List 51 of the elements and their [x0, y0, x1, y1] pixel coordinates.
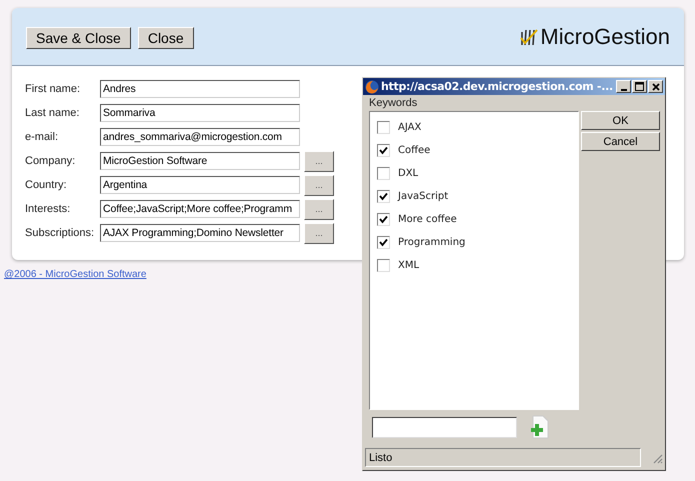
input-field[interactable]: Argentina [100, 176, 300, 194]
keyword-label[interactable]: Coffee [398, 145, 430, 156]
picker-button[interactable]: ... [304, 174, 334, 196]
minimize-icon [620, 88, 626, 90]
keyword-label[interactable]: JavaScript [398, 191, 448, 202]
minimize-button[interactable] [616, 80, 631, 93]
field-label: Subscriptions: [25, 227, 96, 239]
toolbar-button[interactable]: Close [138, 26, 194, 48]
picker-button[interactable]: ... [304, 198, 334, 220]
status-bar: Listo [365, 448, 641, 467]
logo-text: MicroGestion [540, 24, 670, 50]
input-field[interactable]: AJAX Programming;Domino Newsletter [100, 224, 300, 242]
field-label: First name: [25, 83, 82, 95]
keyword-label[interactable]: AJAX [398, 122, 422, 133]
picker-button[interactable]: ... [304, 222, 334, 244]
keyword-label[interactable]: Programming [398, 237, 466, 248]
input-field[interactable]: Coffee;JavaScript;More coffee;Programm [100, 200, 300, 218]
input-field[interactable]: Sommariva [100, 104, 300, 122]
toolbar-button[interactable]: Save & Close [26, 26, 131, 48]
checkbox[interactable] [377, 213, 390, 226]
field-label: Last name: [25, 107, 80, 119]
list-label: Keywords [369, 97, 418, 111]
copyright-link[interactable]: @2006 - MicroGestion Software [4, 269, 146, 280]
input-field[interactable]: Andres [100, 80, 300, 98]
input-field[interactable] [372, 416, 517, 438]
checkbox[interactable] [377, 259, 390, 272]
field-label: Company: [25, 155, 76, 167]
close-button[interactable] [648, 80, 663, 93]
field-label: Interests: [25, 203, 72, 215]
input-field[interactable]: MicroGestion Software [100, 152, 300, 170]
resize-grip-icon[interactable] [651, 452, 663, 464]
maximize-icon [635, 82, 644, 91]
input-field[interactable]: andres_sommariva@microgestion.com [100, 128, 300, 146]
picker-button[interactable]: ... [304, 150, 334, 172]
checkbox[interactable] [377, 121, 390, 134]
dialog-button[interactable]: Cancel [581, 132, 660, 151]
checkmark-logo-icon [520, 28, 538, 46]
keyword-label[interactable]: DXL [398, 168, 418, 179]
checkbox[interactable] [377, 167, 390, 180]
add-document-icon[interactable] [529, 415, 549, 439]
field-label: e-mail: [25, 131, 60, 143]
field-label: Country: [25, 179, 68, 191]
dialog-button[interactable]: OK [581, 111, 660, 130]
checkbox[interactable] [377, 190, 390, 203]
keyword-label[interactable]: XML [398, 260, 420, 271]
window-title: http://acsa02.dev.microgestion.com -... [381, 80, 614, 93]
maximize-button[interactable] [632, 80, 647, 93]
checkbox[interactable] [377, 236, 390, 249]
checkbox[interactable] [377, 144, 390, 157]
keyword-label[interactable]: More coffee [398, 214, 457, 225]
close-icon [652, 82, 660, 90]
